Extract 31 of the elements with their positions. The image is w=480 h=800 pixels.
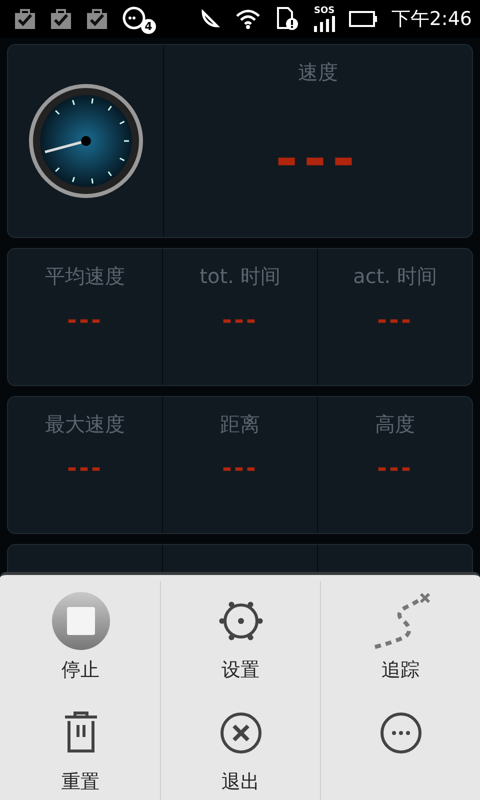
shopping-bag-icon xyxy=(50,8,72,30)
stat-label: act. 时间 xyxy=(353,263,437,290)
sos-label: SOS xyxy=(314,6,335,16)
battery-icon xyxy=(349,11,378,27)
stat-value: --- xyxy=(377,458,413,478)
clock-time: 下午2:46 xyxy=(391,7,472,32)
stat-value: --- xyxy=(377,310,413,330)
notification-badge: 4 xyxy=(141,19,156,34)
menu-item[interactable]: 重置 xyxy=(0,693,160,800)
satellite-dish-icon xyxy=(199,8,222,30)
speed-label: 速度 xyxy=(298,59,338,86)
menu-item[interactable]: 停止 xyxy=(0,581,160,693)
stat-value: --- xyxy=(222,458,258,478)
stat-label: 高度 xyxy=(375,411,415,438)
signal-bars-icon xyxy=(313,16,336,32)
menu-item[interactable]: 设置 xyxy=(160,581,320,693)
stat-label: tot. 时间 xyxy=(200,263,280,290)
shopping-bag-icon xyxy=(86,8,108,30)
shopping-bag-icon xyxy=(14,8,36,30)
speed-value: --- xyxy=(275,144,361,174)
stat-value: --- xyxy=(222,310,258,330)
menu-item[interactable]: 追踪 xyxy=(320,581,480,693)
menu-item[interactable]: 退出 xyxy=(160,693,320,800)
stat-label: 最大速度 xyxy=(45,411,125,438)
wifi-icon xyxy=(235,8,262,30)
sim-card-alert-icon xyxy=(275,7,300,31)
stat-label: 距离 xyxy=(220,411,260,438)
stop-icon xyxy=(50,591,110,651)
stat-value: --- xyxy=(67,310,103,330)
stat-label: 平均速度 xyxy=(45,263,125,290)
stat-value: --- xyxy=(67,458,103,478)
